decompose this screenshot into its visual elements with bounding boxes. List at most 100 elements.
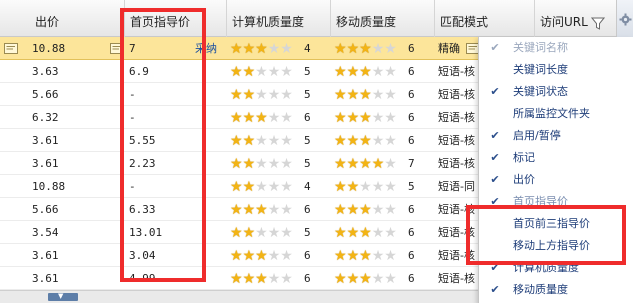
star-icon: ★ xyxy=(230,87,243,103)
star-icon: ★ xyxy=(359,202,372,218)
mobile-quality-stars: ★ ★ ★ ★ ★ xyxy=(334,226,397,240)
star-icon: ★ xyxy=(371,271,385,287)
bid-cell[interactable]: 3.61 xyxy=(30,267,125,291)
star-icon: ★ xyxy=(384,248,397,264)
mobile-quality-stars: ★ ★ ★ ★ ★ xyxy=(334,42,397,56)
star-icon: ★ xyxy=(280,271,293,287)
match-mode-value: 精确 xyxy=(438,42,460,55)
bid-cell[interactable]: 3.54 xyxy=(30,221,125,245)
star-icon: ★ xyxy=(334,133,347,149)
menu-item-label: 移动上方指导价 xyxy=(513,239,590,252)
menu-item[interactable]: ✔ 首页指导价 xyxy=(479,191,633,213)
star-icon: ★ xyxy=(242,156,256,172)
header-mobile-quality[interactable]: 移动质量度 xyxy=(331,0,435,37)
home-guide-price-cell: - xyxy=(125,106,227,130)
pc-quality-cell: ★ ★ ★ ★ ★ 4 xyxy=(227,175,331,199)
menu-item[interactable]: ✔ 启用/暂停 xyxy=(479,125,633,147)
bid-value: 5.66 xyxy=(32,203,59,216)
star-icon: ★ xyxy=(255,156,268,172)
pc-quality-score: 6 xyxy=(304,272,311,285)
menu-item[interactable]: ✔ 移动质量度 xyxy=(479,279,633,301)
star-icon: ★ xyxy=(371,156,385,172)
star-icon: ★ xyxy=(384,133,397,149)
row-note-cell xyxy=(0,152,30,176)
pc-quality-cell: ★ ★ ★ ★ ★ 4 xyxy=(227,37,331,61)
pc-quality-score: 6 xyxy=(304,203,311,216)
check-icon: ✔ xyxy=(490,261,500,274)
bid-cell[interactable]: 3.61 xyxy=(30,129,125,153)
star-icon: ★ xyxy=(267,202,281,218)
menu-item[interactable]: ✔ 关键词状态 xyxy=(479,81,633,103)
star-icon: ★ xyxy=(359,271,372,287)
menu-item[interactable]: 关键词长度 xyxy=(479,59,633,81)
bid-cell[interactable]: 3.61 xyxy=(30,244,125,268)
bid-cell[interactable]: 10.88 xyxy=(30,37,125,61)
pc-quality-stars: ★ ★ ★ ★ ★ xyxy=(230,42,293,56)
star-icon: ★ xyxy=(346,179,360,195)
menu-item[interactable]: 首页前三指导价 xyxy=(479,213,633,235)
star-icon: ★ xyxy=(371,202,385,218)
bid-cell[interactable]: 5.66 xyxy=(30,83,125,107)
note-icon[interactable] xyxy=(4,43,18,55)
menu-item-label: 首页指导价 xyxy=(513,195,568,208)
menu-item[interactable]: 移动上方指导价 xyxy=(479,235,633,257)
pc-quality-cell: ★ ★ ★ ★ ★ 6 xyxy=(227,244,331,268)
home-guide-price-cell: 2.23 xyxy=(125,152,227,176)
filter-icon[interactable] xyxy=(591,17,605,30)
star-icon: ★ xyxy=(371,87,385,103)
star-icon: ★ xyxy=(280,179,293,195)
star-icon: ★ xyxy=(255,41,268,57)
menu-item-label: 标记 xyxy=(513,151,535,164)
adopt-link[interactable]: 采纳 xyxy=(195,37,217,61)
bid-cell[interactable]: 5.66 xyxy=(30,198,125,222)
bid-cell[interactable]: 3.63 xyxy=(30,60,125,84)
pc-quality-cell: ★ ★ ★ ★ ★ 5 xyxy=(227,83,331,107)
bid-cell[interactable]: 3.61 xyxy=(30,152,125,176)
pc-quality-score: 5 xyxy=(304,88,311,101)
bid-cell[interactable]: 10.88 xyxy=(30,175,125,199)
star-icon: ★ xyxy=(255,133,268,149)
star-icon: ★ xyxy=(242,64,256,80)
row-note-cell xyxy=(0,83,30,107)
menu-item[interactable]: ✔ 计算机质量度 xyxy=(479,257,633,279)
header-home-guide-price[interactable]: 首页指导价 xyxy=(125,0,227,37)
menu-item[interactable]: 所属监控文件夹 xyxy=(479,103,633,125)
star-icon: ★ xyxy=(346,202,360,218)
star-icon: ★ xyxy=(230,248,243,264)
star-icon: ★ xyxy=(346,156,360,172)
star-icon: ★ xyxy=(371,41,385,57)
star-icon: ★ xyxy=(346,133,360,149)
menu-item-label: 移动质量度 xyxy=(513,283,568,296)
match-mode-value: 短语-核 xyxy=(438,157,475,170)
star-icon: ★ xyxy=(280,248,293,264)
menu-item[interactable]: ✔ 出价 xyxy=(479,169,633,191)
star-icon: ★ xyxy=(255,271,268,287)
pc-quality-cell: ★ ★ ★ ★ ★ 5 xyxy=(227,152,331,176)
gear-icon xyxy=(619,13,632,26)
star-icon: ★ xyxy=(359,179,372,195)
check-icon: ✔ xyxy=(490,151,500,164)
star-icon: ★ xyxy=(359,133,372,149)
mobile-quality-cell: ★ ★ ★ ★ ★ 6 xyxy=(331,221,435,245)
menu-item[interactable]: ✔ 标记 xyxy=(479,147,633,169)
star-icon: ★ xyxy=(267,41,281,57)
home-guide-price-cell: 4.99 xyxy=(125,267,227,291)
pc-quality-score: 6 xyxy=(304,111,311,124)
star-icon: ★ xyxy=(255,248,268,264)
home-guide-price-value: - xyxy=(129,88,136,101)
star-icon: ★ xyxy=(267,248,281,264)
bid-cell[interactable]: 6.32 xyxy=(30,106,125,130)
note-icon[interactable] xyxy=(110,43,124,55)
star-icon: ★ xyxy=(230,133,243,149)
header-pc-quality[interactable]: 计算机质量度 xyxy=(227,0,331,37)
star-icon: ★ xyxy=(334,225,347,241)
column-settings-button[interactable] xyxy=(616,0,633,37)
match-mode-value: 短语-核 xyxy=(438,111,475,124)
match-mode-value: 短语-核 xyxy=(438,65,475,78)
star-icon: ★ xyxy=(371,179,385,195)
star-icon: ★ xyxy=(280,156,293,172)
header-match-mode[interactable]: 匹配模式 xyxy=(435,0,535,37)
menu-item-label: 首页前三指导价 xyxy=(513,217,590,230)
star-icon: ★ xyxy=(384,156,397,172)
header-bid[interactable]: 出价 xyxy=(30,0,125,37)
